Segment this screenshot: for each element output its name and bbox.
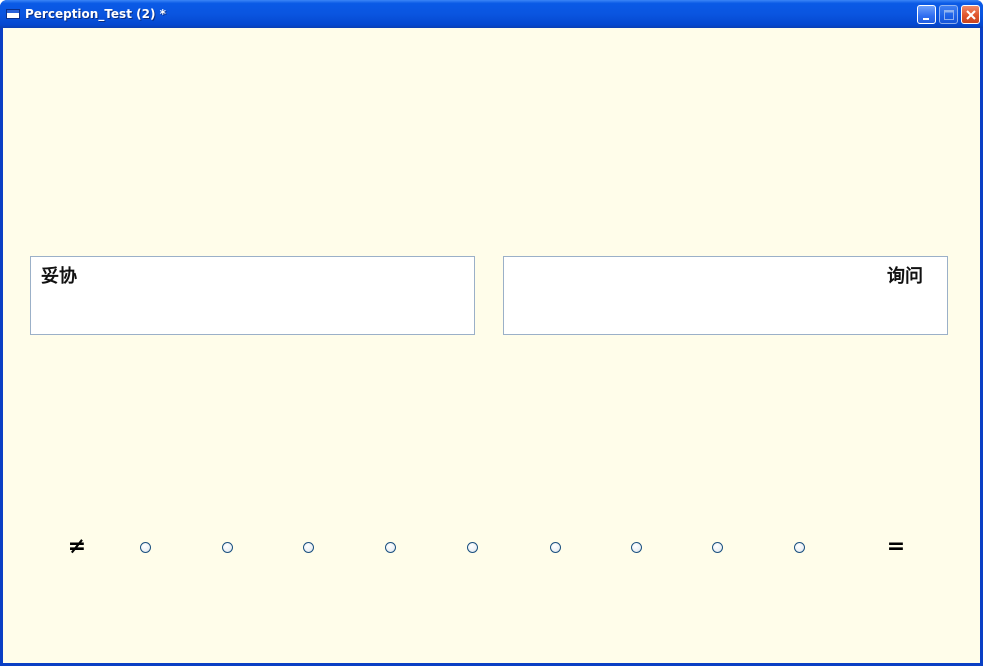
rating-radio-4[interactable] [385, 542, 396, 553]
rating-radio-6[interactable] [550, 542, 561, 553]
left-word: 妥协 [41, 266, 77, 287]
maximize-icon [944, 10, 954, 20]
rating-radio-2[interactable] [222, 542, 233, 553]
maximize-button[interactable] [939, 5, 958, 24]
rating-radio-8[interactable] [712, 542, 723, 553]
minimize-icon [923, 18, 929, 20]
not-equal-label: ≠ [67, 534, 87, 559]
equal-label: = [886, 534, 906, 559]
title-bar[interactable]: Perception_Test (2) * [0, 0, 983, 28]
rating-radio-9[interactable] [794, 542, 805, 553]
rating-radio-1[interactable] [140, 542, 151, 553]
rating-radio-7[interactable] [631, 542, 642, 553]
client-area: 妥协 询问 ≠ = [3, 28, 980, 663]
close-button[interactable] [961, 5, 980, 24]
close-icon [966, 10, 976, 20]
right-word: 询问 [887, 266, 923, 287]
right-word-box: 询问 [503, 256, 948, 335]
rating-radio-3[interactable] [303, 542, 314, 553]
minimize-button[interactable] [917, 5, 936, 24]
left-word-box: 妥协 [30, 256, 475, 335]
rating-radio-5[interactable] [467, 542, 478, 553]
app-window: Perception_Test (2) * 妥协 询问 ≠ = [0, 0, 983, 666]
window-title: Perception_Test (2) * [25, 7, 166, 21]
window-app-icon[interactable] [6, 9, 20, 19]
